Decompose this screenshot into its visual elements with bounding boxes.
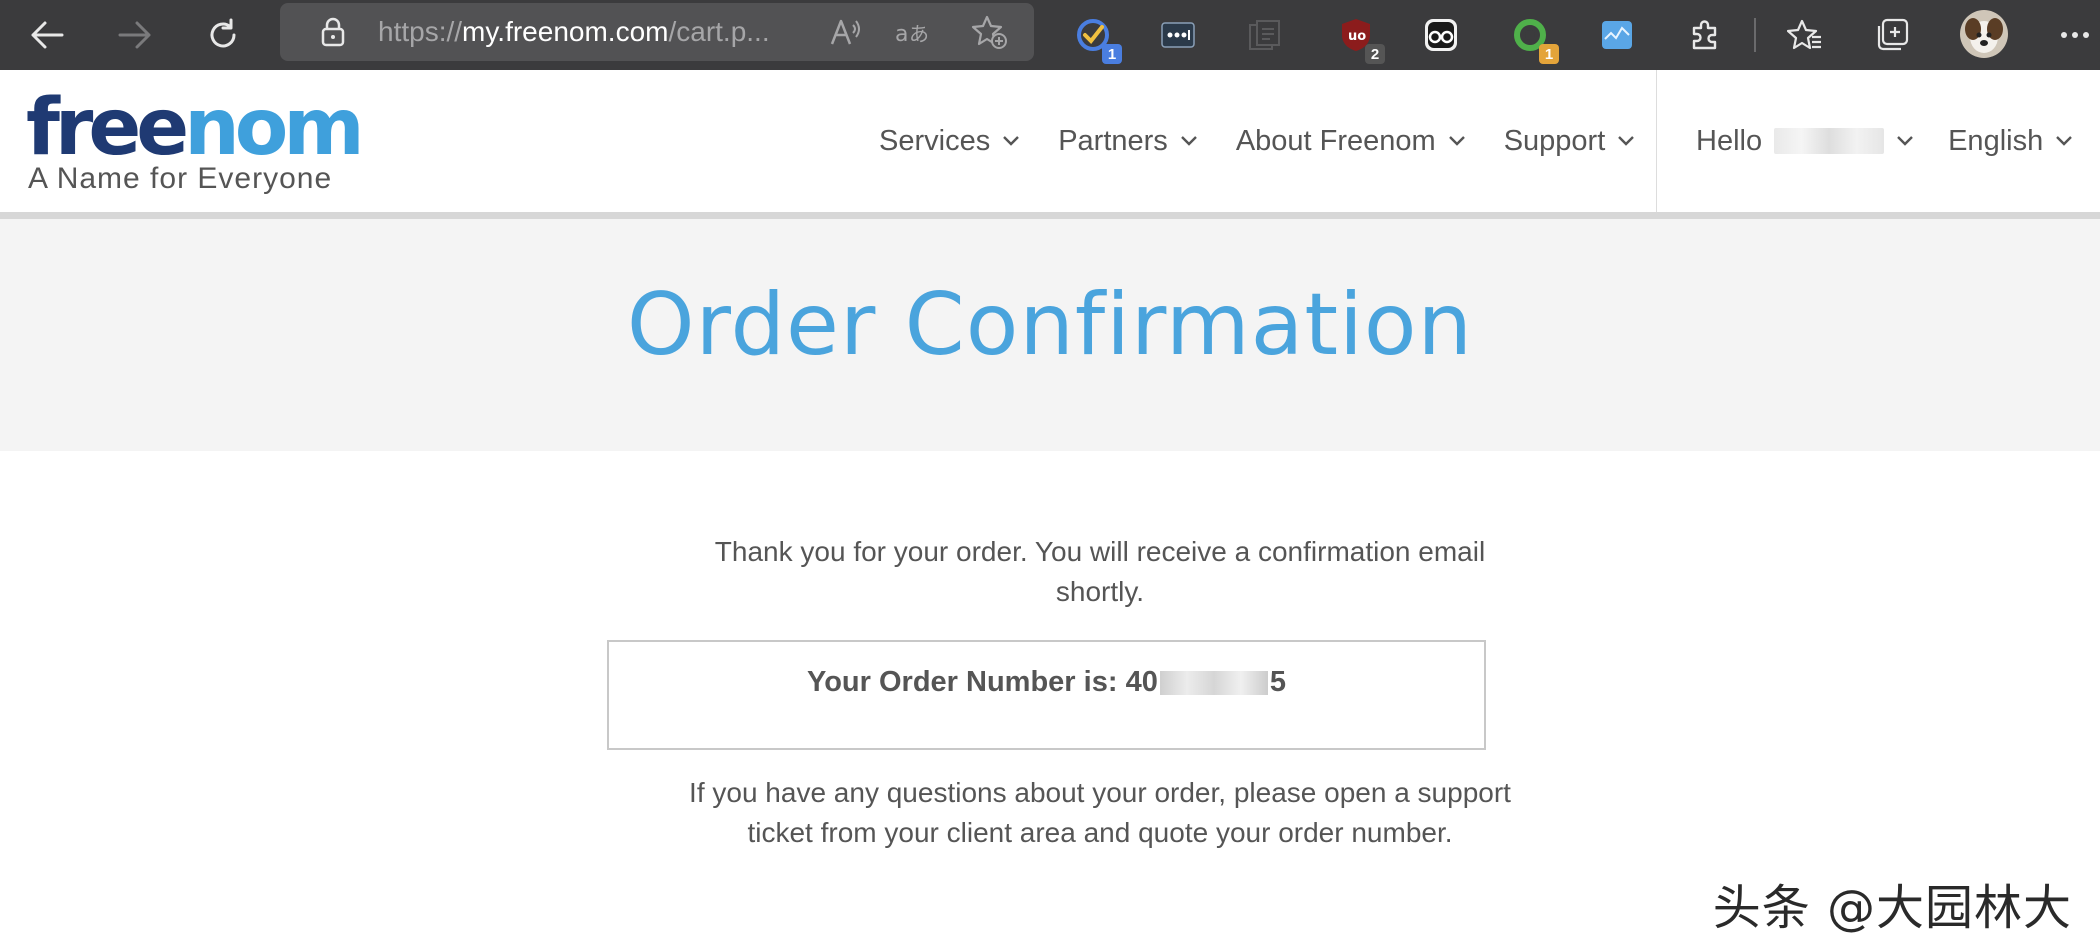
translate-icon[interactable]: aあ <box>894 15 930 49</box>
nav-services-label: Services <box>879 124 991 157</box>
chevron-down-icon <box>1618 136 1635 146</box>
url-path: /cart.p... <box>668 16 770 47</box>
reload-icon <box>210 18 236 48</box>
chart-extension-icon[interactable] <box>1594 12 1640 58</box>
order-number-suffix: 5 <box>1269 666 1286 698</box>
tagline: A Name for Everyone <box>28 162 333 195</box>
extensions-puzzle-icon[interactable] <box>1682 12 1728 58</box>
main-nav: Services Partners About Freenom Support <box>879 70 1635 212</box>
thank-you-line-1: Thank you for your order. You will recei… <box>714 536 1486 567</box>
watermark: 头条 @大园林大 <box>1712 880 2072 936</box>
order-number-label: Your Order Number is: <box>807 666 1118 698</box>
thank-you-message: Thank you for your order. You will recei… <box>600 532 1600 612</box>
nav-support[interactable]: Support <box>1504 125 1636 158</box>
nav-language-label: English <box>1948 124 2044 157</box>
redacted-order-digits <box>1159 671 1268 696</box>
order-number-box: Your Order Number is: 40 5 <box>607 640 1486 750</box>
order-number-prefix: 40 <box>1125 666 1158 698</box>
site-header: freenom A Name for Everyone Services Par… <box>0 70 2100 212</box>
nav-partners-label: Partners <box>1058 124 1168 157</box>
lock-icon[interactable] <box>318 17 348 47</box>
nav-about-label: About Freenom <box>1235 124 1436 157</box>
nav-hello-user[interactable]: Hello <box>1696 125 1914 158</box>
chevron-down-icon <box>1180 136 1197 146</box>
nav-hello-label: Hello <box>1696 124 1763 157</box>
url-text[interactable]: https://my.freenom.com/cart.p... <box>378 3 770 61</box>
url-host: my.freenom.com <box>462 16 669 47</box>
header-divider <box>1656 70 1657 212</box>
toolbar-separator <box>1754 18 1756 52</box>
reload-button[interactable] <box>198 10 248 60</box>
freenom-logo[interactable]: freenom <box>26 88 365 168</box>
nav-about[interactable]: About Freenom <box>1236 125 1466 158</box>
favorites-icon[interactable] <box>1782 12 1828 58</box>
browser-toolbar: https://my.freenom.com/cart.p... aあ 1 uo… <box>0 0 2100 70</box>
svg-text:a: a <box>895 22 908 47</box>
chevron-down-icon <box>1897 136 1913 146</box>
hero-banner: Order Confirmation <box>0 219 2100 451</box>
dots-extension-icon[interactable] <box>1155 12 1201 58</box>
logo-free: free <box>26 83 189 173</box>
account-nav: Hello English <box>1696 70 2073 212</box>
support-line-1: If you have any questions about your ord… <box>689 777 1511 808</box>
nav-partners[interactable]: Partners <box>1058 125 1198 158</box>
add-favorite-icon[interactable] <box>970 13 1010 51</box>
arrow-right-icon <box>118 21 151 49</box>
order-number-line: Your Order Number is: 40 5 <box>609 666 1484 699</box>
nav-services[interactable]: Services <box>879 125 1020 158</box>
forward-button[interactable] <box>110 10 160 60</box>
ublock-extension-icon[interactable]: uo 2 <box>1333 12 1385 64</box>
redacted-username <box>1774 128 1885 154</box>
profile-avatar[interactable] <box>1958 8 2010 60</box>
thank-you-line-2: shortly. <box>1055 576 1145 607</box>
chevron-down-icon <box>1003 136 1020 146</box>
green-circle-extension-icon[interactable]: 1 <box>1507 12 1559 64</box>
more-menu-icon[interactable] <box>2052 12 2098 58</box>
back-button[interactable] <box>22 10 72 60</box>
task-check-extension-icon[interactable]: 1 <box>1070 12 1122 64</box>
chevron-down-icon <box>1448 136 1465 146</box>
svg-text:あ: あ <box>909 22 929 46</box>
page-title: Order Confirmation <box>626 275 1474 375</box>
address-bar[interactable]: https://my.freenom.com/cart.p... aあ <box>280 3 1034 61</box>
header-bottom-border <box>0 212 2100 219</box>
nav-support-label: Support <box>1503 124 1606 157</box>
url-scheme: https:// <box>378 16 463 47</box>
spy-extension-icon[interactable] <box>1418 12 1464 58</box>
nav-language[interactable]: English <box>1948 125 2073 158</box>
extension-badge: 1 <box>1539 44 1559 64</box>
read-aloud-icon[interactable] <box>828 15 864 49</box>
svg-text:uo: uo <box>1348 29 1366 44</box>
extension-badge: 1 <box>1102 44 1122 64</box>
notes-extension-icon[interactable] <box>1242 12 1288 58</box>
arrow-left-icon <box>31 21 64 49</box>
support-message: If you have any questions about your ord… <box>600 773 1600 853</box>
extension-badge: 2 <box>1365 44 1385 64</box>
support-line-2: ticket from your client area and quote y… <box>747 817 1453 848</box>
chevron-down-icon <box>2056 136 2073 146</box>
collections-icon[interactable] <box>1869 12 1915 58</box>
logo-nom: nom <box>184 83 364 173</box>
